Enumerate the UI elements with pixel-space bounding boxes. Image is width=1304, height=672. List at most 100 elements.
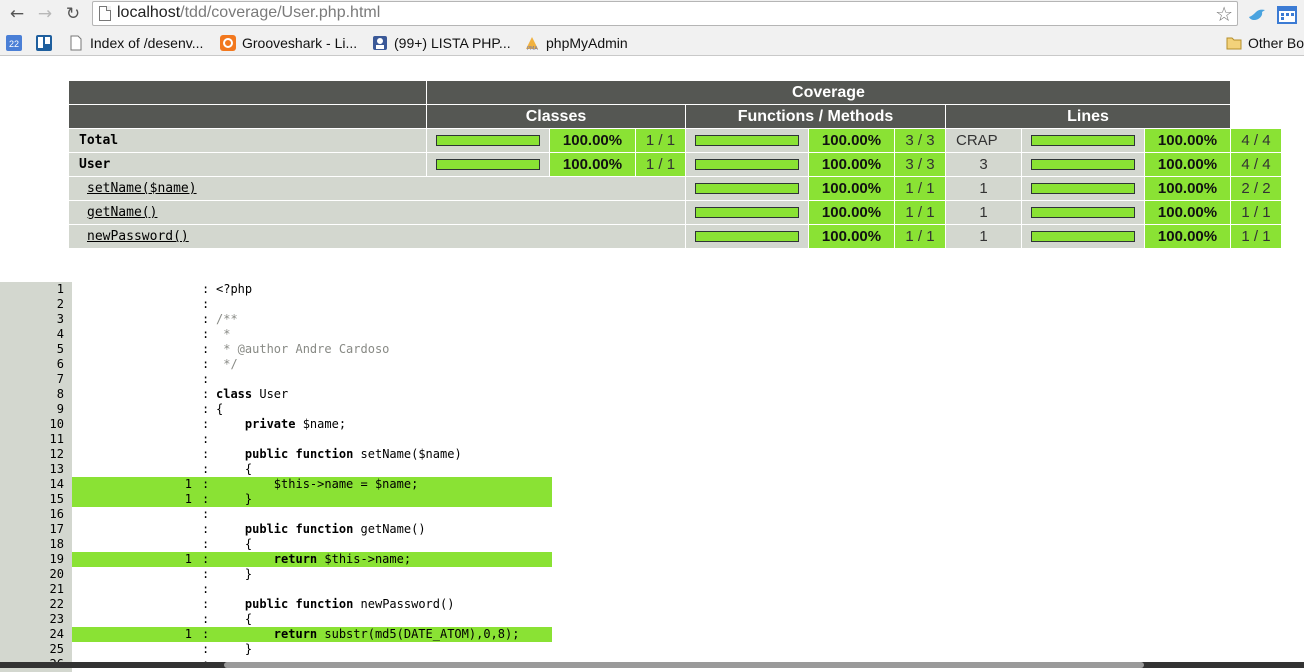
line-number: 2 [0, 297, 72, 312]
page-icon [68, 35, 84, 51]
covered-source-line: 14 1: $this->name = $name; [0, 477, 1304, 492]
line-number: 13 [0, 462, 72, 477]
functions-header: Functions / Methods [685, 104, 946, 129]
source-line: 16: [0, 507, 1304, 522]
functions-percent: 100.00% [808, 152, 895, 177]
source-line: 20: } [0, 567, 1304, 582]
functions-progress-bar [695, 183, 799, 194]
code-text: * [216, 327, 231, 341]
functions-fraction: 3 / 3 [894, 128, 946, 153]
functions-fraction: 3 / 3 [894, 152, 946, 177]
source-line: 22: public function newPassword() [0, 597, 1304, 612]
classes-progress-bar [436, 135, 540, 146]
lines-percent: 100.00% [1144, 128, 1231, 153]
line-number: 15 [0, 492, 72, 507]
functions-progress-bar [695, 135, 799, 146]
forward-arrow-icon[interactable]: → [34, 3, 56, 25]
source-line: 25: } [0, 642, 1304, 657]
crap-value: 1 [945, 224, 1022, 249]
back-arrow-icon[interactable]: ← [6, 3, 28, 25]
coverage-header-row: Coverage [68, 80, 1282, 105]
coverage-title: Coverage [426, 80, 1231, 105]
crap-header: CRAP [945, 128, 1022, 153]
trello-icon [36, 35, 52, 51]
line-number: 19 [0, 552, 72, 567]
method-link-getname[interactable]: getName() [87, 205, 157, 220]
functions-fraction: 1 / 1 [894, 176, 946, 201]
crap-value: 3 [945, 152, 1022, 177]
line-number: 6 [0, 357, 72, 372]
page-icon [99, 6, 111, 21]
code-text: public function newPassword() [244, 597, 455, 611]
code-text: { [216, 402, 224, 416]
execution-count: 1 [184, 492, 192, 506]
functions-percent: 100.00% [808, 128, 895, 153]
line-number: 20 [0, 567, 72, 582]
line-number: 7 [0, 372, 72, 387]
line-number: 17 [0, 522, 72, 537]
source-line: 11: [0, 432, 1304, 447]
source-line: 13: { [0, 462, 1304, 477]
bookmark-grooveshark[interactable]: Grooveshark - Li... [220, 33, 357, 53]
source-line: 10: private $name; [0, 417, 1304, 432]
line-number: 8 [0, 387, 72, 402]
coverage-table: Coverage Classes Functions / Methods Lin… [68, 80, 1282, 249]
calendar-icon: 22 [6, 35, 22, 51]
functions-fraction: 1 / 1 [894, 200, 946, 225]
functions-percent: 100.00% [808, 224, 895, 249]
functions-progress-bar [695, 159, 799, 170]
folder-icon [1226, 35, 1242, 51]
execution-count: 1 [184, 627, 192, 641]
code-text: public function getName() [244, 522, 426, 536]
method-link-newpassword[interactable]: newPassword() [87, 229, 189, 244]
source-line: 9:{ [0, 402, 1304, 417]
lines-fraction: 1 / 1 [1230, 200, 1282, 225]
lines-percent: 100.00% [1144, 224, 1231, 249]
method-link-setname[interactable]: setName($name) [87, 181, 197, 196]
reload-icon[interactable]: ↻ [62, 3, 84, 25]
lines-progress-bar [1031, 231, 1135, 242]
crap-value: 1 [945, 176, 1022, 201]
calendar-bookmark[interactable]: 22 [6, 33, 28, 53]
code-text: } [216, 492, 253, 506]
address-bar[interactable]: localhost/tdd/coverage/User.php.html ☆ [92, 1, 1238, 26]
code-text: $this->name = $name; [216, 477, 419, 491]
browser-toolbar: ← → ↻ localhost/tdd/coverage/User.php.ht… [0, 0, 1304, 30]
source-line: 7: [0, 372, 1304, 387]
functions-percent: 100.00% [808, 200, 895, 225]
twitter-bird-icon[interactable] [1246, 4, 1268, 26]
classes-progress-bar [436, 159, 540, 170]
source-line: 3:/** [0, 312, 1304, 327]
bookmark-phpmyadmin[interactable]: PMA phpMyAdmin [524, 33, 628, 53]
bookmark-star-icon[interactable]: ☆ [1215, 2, 1233, 26]
code-text: } [216, 642, 253, 656]
code-text: { [216, 537, 253, 551]
execution-count: 1 [184, 477, 192, 491]
lines-progress-bar [1031, 207, 1135, 218]
bookmarks-bar: 22 Index of /desenv... Grooveshark - Li.… [0, 30, 1304, 56]
functions-fraction: 1 / 1 [894, 224, 946, 249]
svg-text:PMA: PMA [527, 46, 538, 51]
phpmyadmin-icon: PMA [524, 35, 540, 52]
horizontal-scrollbar-thumb[interactable] [224, 662, 1144, 668]
line-number: 18 [0, 537, 72, 552]
code-text: <?php [216, 282, 253, 296]
extension-calendar-icon[interactable] [1276, 4, 1298, 26]
classes-fraction: 1 / 1 [635, 128, 686, 153]
covered-source-line: 19 1: return $this->name; [0, 552, 1304, 567]
classes-header: Classes [426, 104, 686, 129]
line-number: 4 [0, 327, 72, 342]
code-text: private $name; [244, 417, 347, 431]
trello-bookmark[interactable] [36, 33, 58, 53]
class-name: User [68, 152, 427, 177]
other-bookmarks[interactable]: Other Bo [1226, 33, 1304, 53]
total-row: Total 100.00% 1 / 1 100.00% 3 / 3 CRAP 1… [68, 128, 1282, 153]
lines-fraction: 4 / 4 [1230, 128, 1282, 153]
crap-value: 1 [945, 200, 1022, 225]
bookmark-index[interactable]: Index of /desenv... [68, 33, 203, 53]
bookmark-lista-php[interactable]: (99+) LISTA PHP... [372, 33, 511, 53]
url-text[interactable]: localhost/tdd/coverage/User.php.html [117, 4, 380, 22]
covered-source-line: 15 1: } [0, 492, 1304, 507]
line-number: 24 [0, 627, 72, 642]
functions-percent: 100.00% [808, 176, 895, 201]
